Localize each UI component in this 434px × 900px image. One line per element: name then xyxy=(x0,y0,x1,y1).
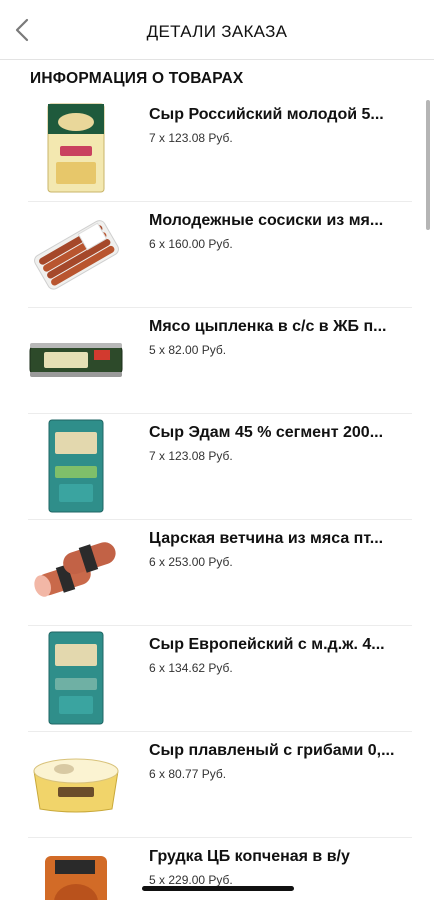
product-name: Грудка ЦБ копченая в в/у xyxy=(149,848,350,865)
list-item[interactable]: Мясо цыпленка в с/с в ЖБ п... 5 x 82.00 … xyxy=(0,308,434,414)
list-item[interactable]: Сыр Российский молодой 5... 7 x 123.08 Р… xyxy=(0,96,434,202)
sausages-package-icon xyxy=(34,220,119,290)
smoked-breast-icon xyxy=(45,856,107,900)
product-image xyxy=(28,100,124,196)
cheese-package-icon xyxy=(48,419,104,513)
list-item[interactable]: Молодежные сосиски из мя... 6 x 160.00 Р… xyxy=(0,202,434,308)
product-image xyxy=(28,630,124,726)
home-indicator[interactable] xyxy=(142,886,294,891)
product-quantity-price: 7 x 123.08 Руб. xyxy=(149,131,233,145)
product-image xyxy=(28,736,124,832)
product-image xyxy=(28,206,124,302)
page-title: ДЕТАЛИ ЗАКАЗА xyxy=(146,22,288,41)
product-image xyxy=(28,842,124,900)
list-item[interactable]: Сыр Эдам 45 % сегмент 200... 7 x 123.08 … xyxy=(0,414,434,520)
order-items-list: Сыр Российский молодой 5... 7 x 123.08 Р… xyxy=(0,96,434,900)
top-navigation-bar: ДЕТАЛИ ЗАКАЗА xyxy=(0,0,434,60)
cheese-package-icon xyxy=(47,103,105,193)
product-quantity-price: 5 x 229.00 Руб. xyxy=(149,873,233,887)
ham-icon xyxy=(34,542,116,597)
product-name: Царская ветчина из мяса пт... xyxy=(149,530,384,547)
product-image xyxy=(28,418,124,514)
processed-cheese-tub-icon xyxy=(33,758,119,813)
list-item[interactable]: Царская ветчина из мяса пт... 6 x 253.00… xyxy=(0,520,434,626)
product-quantity-price: 6 x 80.77 Руб. xyxy=(149,767,227,781)
product-name: Сыр Эдам 45 % сегмент 200... xyxy=(149,424,384,441)
section-title: ИНФОРМАЦИЯ О ТОВАРАХ xyxy=(30,70,244,87)
list-item[interactable]: Сыр Европейский с м.д.ж. 4... 6 x 134.62… xyxy=(0,626,434,732)
product-quantity-price: 5 x 82.00 Руб. xyxy=(149,343,227,357)
cheese-package-icon xyxy=(48,631,104,725)
canned-chicken-icon xyxy=(29,343,123,377)
product-image xyxy=(28,524,124,620)
product-quantity-price: 6 x 160.00 Руб. xyxy=(149,237,233,251)
product-name: Мясо цыпленка в с/с в ЖБ п... xyxy=(149,318,387,335)
product-name: Молодежные сосиски из мя... xyxy=(149,212,384,229)
product-name: Сыр Российский молодой 5... xyxy=(149,106,384,123)
product-quantity-price: 6 x 253.00 Руб. xyxy=(149,555,233,569)
product-name: Сыр плавленый с грибами 0,... xyxy=(149,742,395,759)
product-quantity-price: 7 x 123.08 Руб. xyxy=(149,449,233,463)
product-image xyxy=(28,312,124,408)
scrollbar[interactable] xyxy=(426,100,430,230)
product-quantity-price: 6 x 134.62 Руб. xyxy=(149,661,233,675)
list-item[interactable]: Сыр плавленый с грибами 0,... 6 x 80.77 … xyxy=(0,732,434,838)
product-name: Сыр Европейский с м.д.ж. 4... xyxy=(149,636,385,653)
